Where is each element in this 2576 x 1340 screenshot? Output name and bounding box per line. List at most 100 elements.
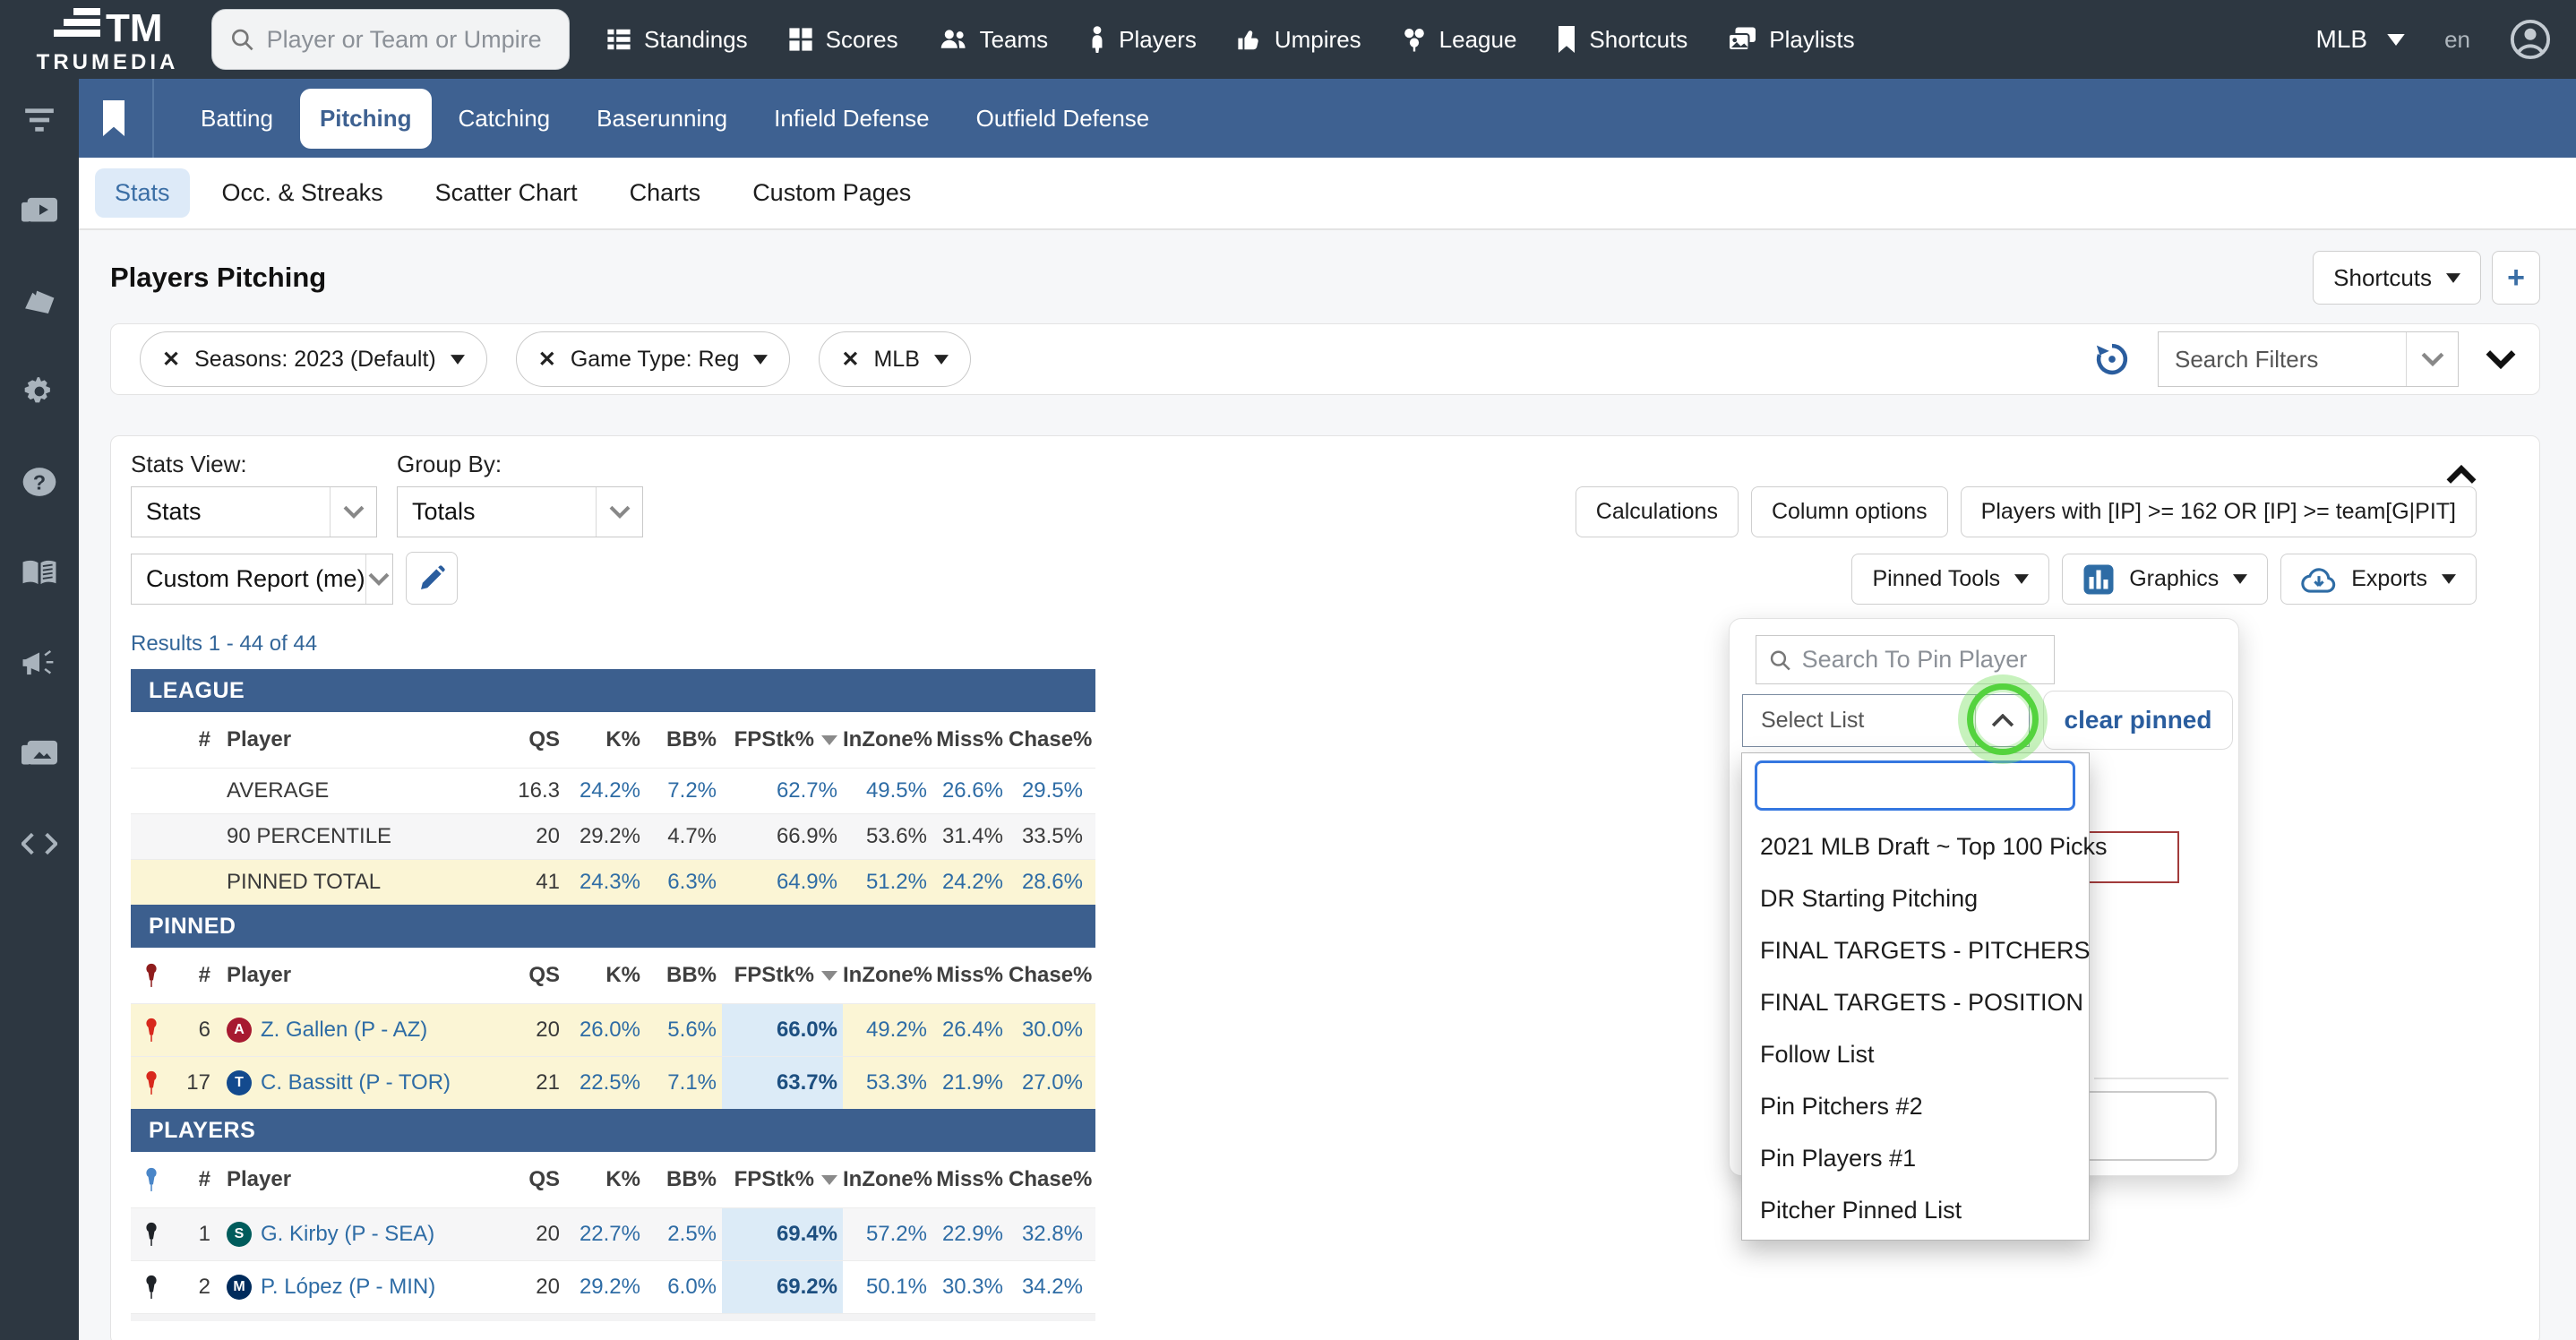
add-shortcut-button[interactable]: + — [2492, 251, 2540, 305]
sorted-value-cell[interactable]: 63.7% — [722, 1057, 843, 1109]
tab-catching[interactable]: Catching — [439, 89, 571, 149]
settings-gear-icon[interactable] — [21, 375, 57, 408]
list-option[interactable]: FINAL TARGETS - PITCHERS — [1742, 924, 2089, 976]
global-search[interactable] — [211, 9, 570, 70]
tab-pitching[interactable]: Pitching — [300, 89, 432, 149]
filter-chip-seasons[interactable]: ✕ Seasons: 2023 (Default) — [140, 331, 487, 387]
custom-report-select[interactable]: Custom Report (me) — [131, 554, 393, 605]
help-icon[interactable]: ? — [21, 466, 57, 498]
code-icon[interactable] — [21, 828, 57, 860]
col-header-fpstk-sorted[interactable]: FPStk% — [722, 963, 843, 988]
col-header-bb[interactable]: BB% — [646, 727, 722, 752]
tab-custom-pages[interactable]: Custom Pages — [733, 168, 931, 218]
player-link[interactable]: A Z. Gallen (P - AZ) — [227, 1018, 502, 1043]
cards-stack-icon[interactable] — [21, 285, 57, 317]
shortcuts-dropdown-button[interactable]: Shortcuts — [2313, 251, 2481, 305]
remove-filter-icon[interactable]: ✕ — [841, 347, 859, 373]
collapse-filters-chevron-icon[interactable] — [2486, 348, 2516, 370]
col-header-rank[interactable]: # — [173, 963, 216, 988]
stats-view-select[interactable]: Stats — [131, 486, 377, 537]
nav-players[interactable]: Players — [1087, 26, 1197, 54]
pin-player-icon[interactable] — [142, 1275, 161, 1300]
col-header-k[interactable]: K% — [565, 963, 646, 988]
nav-playlists[interactable]: Playlists — [1727, 26, 1854, 54]
player-link[interactable]: S G. Kirby (P - SEA) — [227, 1222, 502, 1247]
remove-filter-icon[interactable]: ✕ — [162, 347, 180, 373]
list-option[interactable]: 2021 MLB Draft ~ Top 100 Picks — [1742, 820, 2089, 872]
filter-lines-icon[interactable] — [21, 104, 57, 136]
trumedia-logo[interactable]: TM TRUMEDIA — [18, 4, 197, 75]
group-by-select[interactable]: Totals — [397, 486, 643, 537]
clear-pinned-link[interactable]: clear pinned — [2065, 706, 2212, 734]
list-option[interactable]: FINAL TARGETS - POSITION — [1742, 976, 2089, 1028]
players-filter-button[interactable]: Players with [IP] >= 162 OR [IP] >= team… — [1961, 486, 2477, 537]
nav-umpires[interactable]: Umpires — [1236, 26, 1361, 54]
list-option[interactable]: Follow List — [1742, 1028, 2089, 1080]
player-link[interactable]: M P. López (P - MIN) — [227, 1275, 502, 1300]
video-playlist-icon[interactable] — [21, 194, 57, 227]
col-header-fpstk-sorted[interactable]: FPStk% — [722, 1167, 843, 1192]
account-avatar-icon[interactable] — [2510, 19, 2551, 60]
pinned-tools-dropdown-button[interactable]: Pinned Tools — [1851, 554, 2049, 605]
unpin-icon[interactable] — [142, 1070, 161, 1095]
col-header-inzone[interactable]: InZone% — [843, 727, 932, 752]
search-filters-select[interactable]: Search Filters — [2158, 331, 2459, 387]
col-header-player[interactable]: Player — [216, 963, 502, 988]
announcements-icon[interactable] — [21, 647, 57, 679]
chevron-up-icon[interactable] — [1975, 695, 2029, 746]
col-header-qs[interactable]: QS — [502, 963, 565, 988]
graphics-dropdown-button[interactable]: Graphics — [2062, 554, 2268, 605]
list-option[interactable]: Pin Players #1 — [1742, 1132, 2089, 1184]
language-indicator[interactable]: en — [2444, 26, 2470, 54]
col-header-chase[interactable]: Chase% — [1009, 1167, 1088, 1192]
nav-league[interactable]: League — [1401, 26, 1517, 54]
col-header-miss[interactable]: Miss% — [932, 1167, 1009, 1192]
pin-player-search[interactable] — [1756, 635, 2055, 684]
col-header-k[interactable]: K% — [565, 1167, 646, 1192]
filter-chip-mlb[interactable]: ✕ MLB — [819, 331, 971, 387]
col-header-k[interactable]: K% — [565, 727, 646, 752]
col-header-miss[interactable]: Miss% — [932, 963, 1009, 988]
col-header-qs[interactable]: QS — [502, 727, 565, 752]
col-header-player[interactable]: Player — [216, 727, 502, 752]
pin-player-search-input[interactable] — [1802, 646, 2041, 674]
col-header-bb[interactable]: BB% — [646, 1167, 722, 1192]
tab-stats[interactable]: Stats — [95, 168, 190, 218]
calculations-button[interactable]: Calculations — [1576, 486, 1739, 537]
player-link[interactable]: T C. Bassitt (P - TOR) — [227, 1070, 502, 1095]
col-header-player[interactable]: Player — [216, 1167, 502, 1192]
list-filter-input[interactable] — [1768, 772, 2068, 800]
pin-player-icon[interactable] — [142, 1222, 161, 1247]
col-header-rank[interactable]: # — [173, 727, 216, 752]
panel-input-partial[interactable] — [2069, 1091, 2217, 1161]
nav-shortcuts[interactable]: Shortcuts — [1556, 26, 1687, 54]
collapse-panel-chevron-icon[interactable] — [2446, 465, 2477, 486]
list-filter-search[interactable] — [1755, 760, 2075, 811]
sorted-value-cell[interactable]: 69.2% — [722, 1261, 843, 1313]
filter-chip-game-type[interactable]: ✕ Game Type: Reg — [516, 331, 791, 387]
tab-scatter-chart[interactable]: Scatter Chart — [416, 168, 597, 218]
list-option[interactable]: DR Starting Pitching — [1742, 872, 2089, 924]
col-header-qs[interactable]: QS — [502, 1167, 565, 1192]
nav-scores[interactable]: Scores — [787, 26, 898, 54]
global-search-input[interactable] — [267, 26, 551, 54]
edit-report-button[interactable] — [406, 552, 458, 605]
sorted-value-cell[interactable]: 69.4% — [722, 1208, 843, 1260]
nav-teams[interactable]: Teams — [938, 26, 1049, 54]
col-header-inzone[interactable]: InZone% — [843, 1167, 932, 1192]
tab-outfield-defense[interactable]: Outfield Defense — [957, 89, 1170, 149]
nav-standings[interactable]: Standings — [605, 26, 748, 54]
tab-baserunning[interactable]: Baserunning — [577, 89, 747, 149]
tab-charts[interactable]: Charts — [610, 168, 721, 218]
col-header-chase[interactable]: Chase% — [1009, 963, 1088, 988]
sorted-value-cell[interactable]: 66.0% — [722, 1004, 843, 1056]
col-header-chase[interactable]: Chase% — [1009, 727, 1088, 752]
col-header-miss[interactable]: Miss% — [932, 727, 1009, 752]
col-header-fpstk-sorted[interactable]: FPStk% — [722, 727, 843, 752]
col-header-rank[interactable]: # — [173, 1167, 216, 1192]
filter-history-icon[interactable] — [2093, 340, 2131, 378]
col-header-inzone[interactable]: InZone% — [843, 963, 932, 988]
remove-filter-icon[interactable]: ✕ — [538, 347, 556, 373]
league-selector[interactable]: MLB — [2316, 25, 2406, 54]
exports-dropdown-button[interactable]: Exports — [2280, 554, 2477, 605]
